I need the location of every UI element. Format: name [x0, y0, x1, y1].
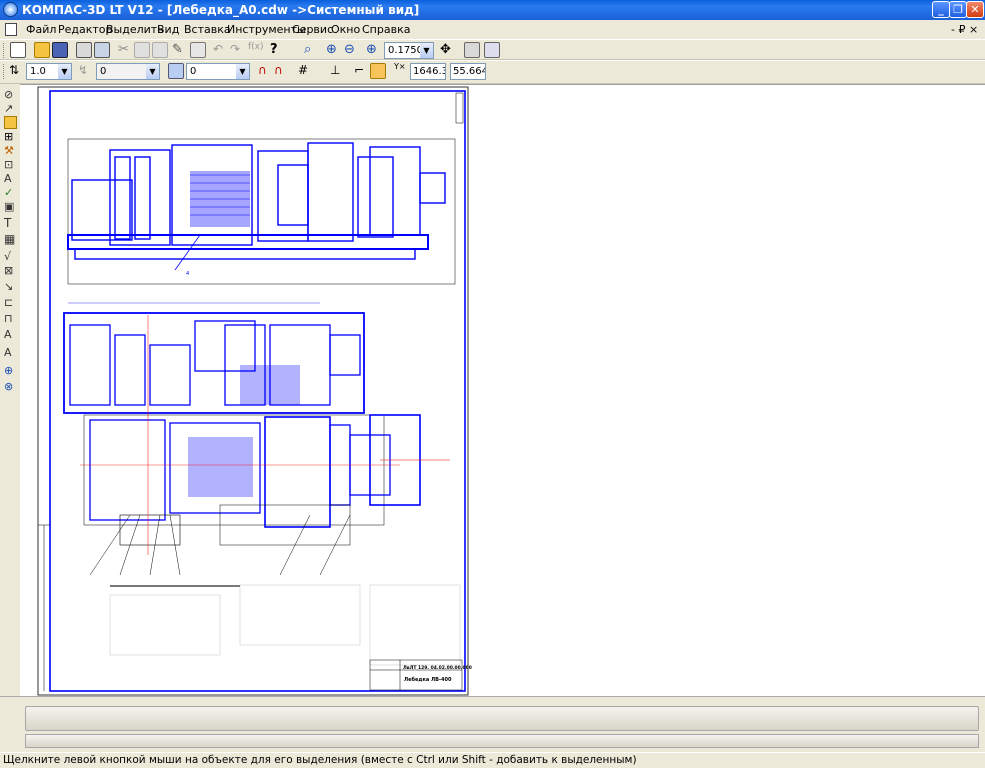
help-cursor-icon[interactable]: ?	[270, 42, 286, 58]
measure-icon[interactable]: ⚒	[4, 144, 17, 157]
layers-icon[interactable]	[168, 63, 184, 79]
close-button[interactable]: ✕	[966, 1, 984, 18]
local-snap-icon[interactable]: ∩	[274, 63, 290, 79]
local-cs-icon[interactable]: ⊥	[330, 63, 346, 79]
copy-icon[interactable]	[134, 42, 150, 58]
property-bar[interactable]	[25, 706, 979, 731]
title-bar[interactable]: КОМПАС-3D LT V12 - [Лебедка_А0.cdw ->Сис…	[0, 0, 985, 20]
window-title: КОМПАС-3D LT V12 - [Лебедка_А0.cdw ->Сис…	[22, 3, 420, 17]
document-icon[interactable]	[5, 23, 17, 36]
chevron-down-icon[interactable]: ▼	[420, 43, 433, 58]
paste-icon[interactable]	[152, 42, 168, 58]
engineering-drawing: 4 ЛвЛТ 129. 04.02.00.00.000 Лебедка ЛВ-4…	[37, 86, 472, 696]
menu-help[interactable]: Справка	[362, 23, 410, 36]
view-arrow-icon[interactable]: A	[4, 328, 17, 341]
spec-icon[interactable]: ✓	[4, 186, 17, 199]
menu-select[interactable]: Выделить	[106, 23, 164, 36]
chevron-down-icon-3[interactable]: ▼	[146, 64, 159, 79]
edit-icon[interactable]	[4, 116, 17, 129]
parametrize-icon[interactable]: ⊞	[4, 130, 17, 143]
grid-icon[interactable]: #	[298, 63, 314, 79]
document-window-controls[interactable]: - ₽ ×	[951, 23, 978, 36]
menu-bar: Файл Редактор Выделить Вид Вставка Инстр…	[0, 20, 985, 39]
chevron-down-icon-2[interactable]: ▼	[58, 64, 71, 79]
standard-toolbar: ✂ ✎ ↶ ↷ f(x) ? ⌕ ⊕ ⊖ ⊕ 0.1750 ▼ ✥	[0, 39, 985, 60]
variables-icon[interactable]	[190, 42, 206, 58]
ortho-mode-active-icon[interactable]	[370, 63, 386, 79]
cursor-step-icon[interactable]: ⇅	[9, 63, 25, 79]
coord-axis-icon: Y×	[394, 62, 406, 71]
magnet-icon[interactable]: ∩	[258, 63, 274, 79]
center-mark-icon[interactable]: ⊕	[4, 364, 17, 377]
axis-line-icon[interactable]: A	[4, 346, 17, 359]
text-icon[interactable]: T	[4, 216, 17, 230]
kompas-app-icon[interactable]	[3, 2, 18, 17]
current-state-toolbar: ⇅ 1.0▼ ↯ 0▼ 0▼ ∩ ∩ # ⊥ ⌐ Y× 1646.35 55.6…	[0, 60, 985, 84]
dimensions-icon[interactable]: ↗	[4, 102, 17, 115]
section-line-icon[interactable]: ⊓	[4, 312, 17, 325]
style-value: 0	[190, 66, 197, 77]
select-icon[interactable]: ⊡	[4, 158, 17, 171]
roughness-icon[interactable]: √	[4, 250, 17, 263]
properties-brush-icon[interactable]: ✎	[172, 42, 188, 58]
open-folder-icon[interactable]	[34, 42, 50, 58]
redraw-icon[interactable]	[484, 42, 500, 58]
style-combo[interactable]: 0 ▼	[186, 63, 250, 80]
layer-value: 0	[100, 66, 107, 77]
compact-panel: ⊘ ↗ ⊞ ⚒ ⊡ A ✓ ▣ T ▦ √ ⊠ ↘ ⊏ ⊓ A A ⊕ ⊗	[0, 84, 20, 404]
table-icon[interactable]: ▦	[4, 232, 17, 246]
chevron-down-icon-4[interactable]: ▼	[236, 64, 249, 79]
print-preview-icon[interactable]	[76, 42, 92, 58]
zoom-out-icon[interactable]: ⊖	[344, 42, 360, 58]
tolerance-icon[interactable]: ⊏	[4, 296, 17, 309]
new-document-icon[interactable]	[10, 42, 26, 58]
cut-icon[interactable]: ✂	[118, 42, 134, 58]
zoom-combo[interactable]: 0.1750 ▼	[384, 42, 434, 59]
drawing-code: ЛвЛТ 129. 04.02.00.00.000	[403, 665, 472, 671]
toolbar-grip-2[interactable]	[3, 64, 6, 79]
zoom-value: 0.1750	[388, 45, 423, 56]
drawing-canvas[interactable]: 4 ЛвЛТ 129. 04.02.00.00.000 Лебедка ЛВ-4…	[20, 84, 985, 696]
status-hint: Щелкните левой кнопкой мыши на объекте д…	[3, 754, 637, 766]
base-icon[interactable]: ⊠	[4, 264, 17, 277]
cursor-step-combo[interactable]: 1.0 ▼	[26, 63, 72, 80]
save-icon[interactable]	[52, 42, 68, 58]
coord-x-field[interactable]: 1646.35	[410, 63, 446, 80]
menu-file[interactable]: Файл	[26, 23, 56, 36]
zoom-scale-icon[interactable]: ⊕	[366, 42, 382, 58]
zoom-in-icon[interactable]: ⊕	[326, 42, 342, 58]
angle-step-icon[interactable]: ↯	[78, 63, 94, 79]
restore-button[interactable]: ❐	[949, 1, 967, 18]
print-icon[interactable]	[94, 42, 110, 58]
status-bar: Щелкните левой кнопкой мыши на объекте д…	[0, 752, 985, 768]
menu-window[interactable]: Окно	[331, 23, 360, 36]
position-icon[interactable]: ⊗	[4, 380, 17, 393]
property-panel-area	[0, 696, 985, 752]
refresh-view-icon[interactable]	[464, 42, 480, 58]
menu-view[interactable]: Вид	[157, 23, 179, 36]
ortho-icon[interactable]: ⌐	[354, 63, 370, 79]
parameters-bar[interactable]	[25, 734, 979, 748]
coord-y-field[interactable]: 55.6645	[450, 63, 486, 80]
pan-icon[interactable]: ✥	[440, 42, 456, 58]
menu-editor[interactable]: Редактор	[58, 23, 113, 36]
toolbar-grip[interactable]	[3, 43, 6, 58]
notation-icon[interactable]: A	[4, 172, 17, 185]
cursor-step-value: 1.0	[30, 66, 46, 77]
redo-icon[interactable]: ↷	[230, 42, 246, 58]
menu-insert[interactable]: Вставка	[184, 23, 231, 36]
undo-icon[interactable]: ↶	[213, 42, 229, 58]
minimize-button[interactable]: _	[932, 1, 950, 18]
geometry-icon[interactable]: ⊘	[4, 88, 17, 101]
zoom-window-icon[interactable]: ⌕	[304, 42, 320, 58]
menu-service[interactable]: Сервис	[292, 23, 333, 36]
leader-icon[interactable]: ↘	[4, 280, 17, 293]
drawing-label: Лебедка ЛВ-400	[404, 676, 452, 683]
reports-icon[interactable]: ▣	[4, 200, 17, 213]
svg-text:4: 4	[186, 271, 189, 277]
formula-icon[interactable]: f(x)	[248, 42, 264, 58]
layer-combo[interactable]: 0 ▼	[96, 63, 160, 80]
